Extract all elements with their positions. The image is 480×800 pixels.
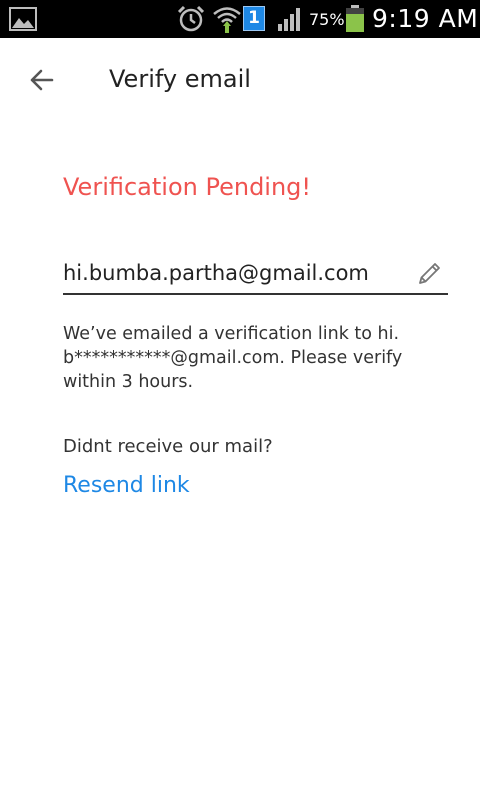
status-bar: 1 75% 9:19 AM — [0, 0, 480, 38]
verification-status-title: Verification Pending! — [63, 173, 312, 201]
arrow-back-icon — [30, 69, 54, 91]
back-button[interactable] — [20, 58, 64, 102]
pencil-icon — [419, 263, 440, 284]
gallery-icon — [9, 7, 37, 31]
resend-question: Didnt receive our mail? — [63, 436, 273, 457]
edit-email-button[interactable] — [416, 261, 442, 287]
email-value: hi.bumba.partha@gmail.com — [63, 261, 369, 285]
info-line: We’ve emailed a verification link to hi. — [63, 324, 400, 344]
page-title: Verify email — [109, 65, 251, 93]
info-line: b***********@gmail.com. Please verify — [63, 348, 403, 368]
verification-info-text: We’ve emailed a verification link to hi.… — [63, 322, 443, 394]
battery-percent: 75% — [309, 10, 345, 29]
notification-count-icon: 1 — [243, 6, 265, 31]
email-field[interactable]: hi.bumba.partha@gmail.com — [63, 255, 448, 295]
info-line: within 3 hours. — [63, 372, 194, 392]
alarm-icon — [177, 5, 205, 32]
wifi-icon — [213, 7, 241, 33]
battery-icon — [346, 5, 364, 32]
signal-icon — [278, 8, 300, 31]
clock: 9:19 AM — [372, 4, 479, 33]
resend-link[interactable]: Resend link — [63, 473, 190, 498]
toolbar: Verify email — [0, 38, 480, 124]
